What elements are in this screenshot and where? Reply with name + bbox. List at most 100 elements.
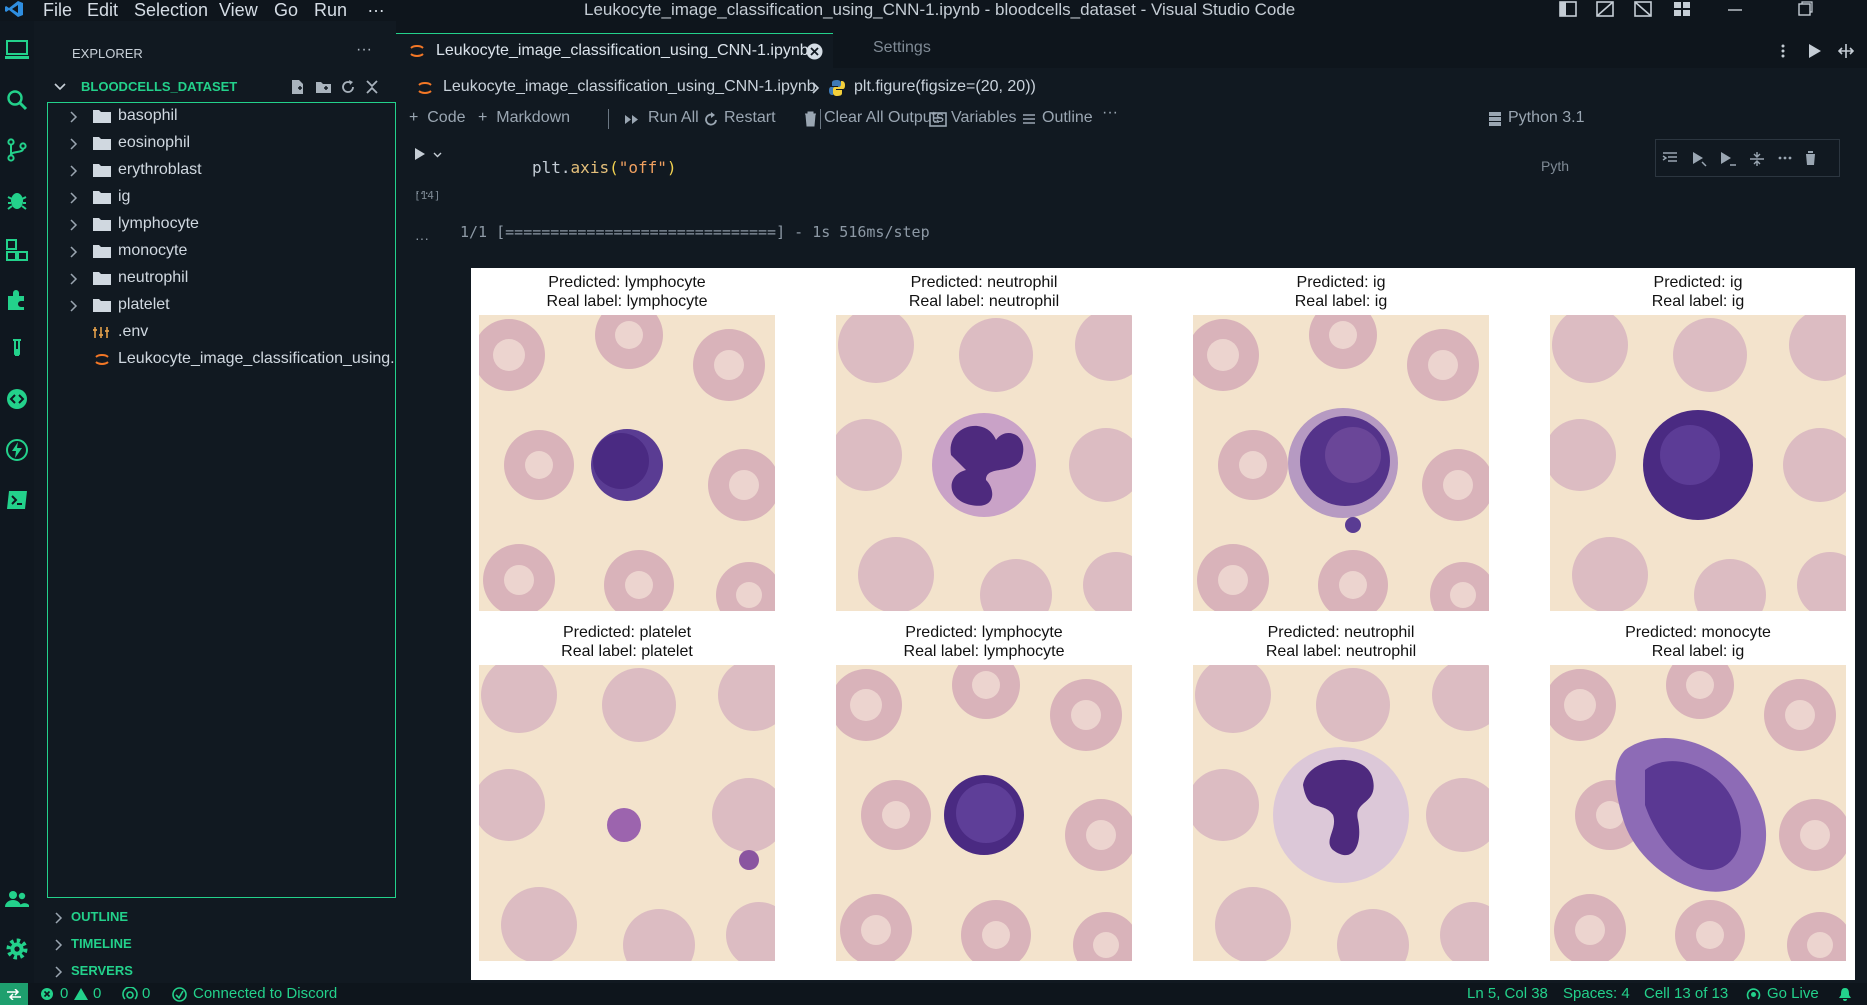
tree-folder-platelet[interactable]: platelet	[48, 292, 395, 319]
activity-bar	[0, 21, 34, 983]
tree-item-label: .env	[118, 323, 149, 340]
new-file-icon[interactable]	[290, 79, 306, 95]
tab-notebook[interactable]: Leukocyte_image_classification_using_CNN…	[396, 33, 833, 68]
section-servers[interactable]: SERVERS	[44, 958, 396, 984]
breadcrumb: Leukocyte_image_classification_using_CNN…	[396, 68, 1867, 106]
tree-folder-erythroblast[interactable]: erythroblast	[48, 157, 395, 184]
cursor-position[interactable]: Ln 5, Col 38	[1467, 985, 1548, 1002]
tree-folder-neutrophil[interactable]: neutrophil	[48, 265, 395, 292]
status-bar: 0 0 0 Connected to Discord Ln 5, Col 38 …	[0, 983, 1867, 1005]
toolbar-more-button[interactable]: ···	[1102, 104, 1118, 122]
menu-selection[interactable]: Selection	[134, 0, 208, 20]
real-label: Real label: neutrophil	[908, 293, 1060, 310]
notifications-bell-icon[interactable]	[1838, 987, 1852, 1002]
breadcrumb-file[interactable]: Leukocyte_image_classification_using_CNN…	[443, 78, 816, 96]
add-markdown-cell-button[interactable]: + Markdown	[478, 109, 570, 127]
cell-language[interactable]: Pyth	[1541, 158, 1569, 174]
thunder-client-icon[interactable]	[5, 438, 29, 462]
indentation[interactable]: Spaces: 4	[1563, 985, 1630, 1002]
kernel-icon	[1489, 112, 1501, 126]
tab-settings[interactable]: Settings	[873, 39, 931, 57]
code-line[interactable]: plt.axis("off")	[532, 158, 677, 177]
extensions-icon[interactable]	[5, 288, 29, 312]
tree-item-label: neutrophil	[118, 269, 189, 286]
accounts-icon[interactable]	[5, 887, 29, 911]
tree-folder-ig[interactable]: ig	[48, 184, 395, 211]
tree-folder-monocyte[interactable]: monocyte	[48, 238, 395, 265]
run-debug-icon[interactable]	[5, 188, 29, 212]
tree-folder-lymphocyte[interactable]: lymphocyte	[48, 211, 395, 238]
run-cell-and-below-icon[interactable]	[1720, 151, 1736, 167]
run-all-button[interactable]: Run All	[648, 109, 699, 127]
tree-file-env[interactable]: .env	[48, 319, 395, 346]
split-cell-icon[interactable]	[1749, 151, 1765, 167]
tree-item-label: erythroblast	[118, 161, 202, 178]
split-editor-icon[interactable]	[1838, 43, 1854, 59]
menu-file[interactable]: File	[43, 0, 72, 20]
more-icon[interactable]	[1778, 156, 1792, 160]
toggle-panel-icon[interactable]	[1596, 1, 1614, 17]
menu-run[interactable]: Run	[314, 0, 347, 20]
output-more-1[interactable]: ···	[415, 184, 429, 200]
section-label: TIMELINE	[71, 936, 132, 951]
refresh-icon[interactable]	[340, 79, 356, 95]
settings-gear-icon[interactable]	[5, 937, 29, 961]
run-cell-icon[interactable]	[414, 147, 426, 161]
more-actions-icon[interactable]	[1780, 43, 1786, 59]
predicted-label: Predicted: neutrophil	[1267, 624, 1415, 641]
search-icon[interactable]	[5, 88, 29, 112]
remote-indicator[interactable]	[0, 983, 28, 1005]
menu-view[interactable]: View	[219, 0, 258, 20]
variables-button[interactable]: Variables	[951, 109, 1017, 127]
workspace-header[interactable]: BLOODCELLS_DATASET	[44, 76, 396, 98]
menu-go[interactable]: Go	[274, 0, 298, 20]
cell-image	[836, 665, 1132, 961]
live-share-chat-icon[interactable]	[5, 388, 29, 412]
restore-icon[interactable]	[1796, 1, 1814, 17]
source-control-icon[interactable]	[5, 138, 29, 162]
ports-count[interactable]: 0	[142, 985, 150, 1002]
tree-folder-basophil[interactable]: basophil	[48, 103, 395, 130]
discord-status[interactable]: Connected to Discord	[193, 985, 337, 1002]
add-code-cell-button[interactable]: + Code	[409, 109, 465, 127]
tree-folder-eosinophil[interactable]: eosinophil	[48, 130, 395, 157]
menu-edit[interactable]: Edit	[87, 0, 118, 20]
run-icon[interactable]	[1808, 43, 1822, 59]
new-folder-icon[interactable]	[315, 79, 332, 95]
toggle-sidebar-icon[interactable]	[1559, 1, 1577, 17]
clear-outputs-button[interactable]: Clear All Outputs	[824, 109, 944, 127]
output-text: 1/1 [==============================] - 1…	[460, 223, 930, 241]
testing-icon[interactable]	[5, 338, 29, 362]
predicted-label: Predicted: monocyte	[1625, 624, 1771, 641]
section-timeline[interactable]: TIMELINE	[44, 931, 396, 957]
remote-explorer-icon[interactable]	[5, 238, 29, 262]
go-live-button[interactable]: Go Live	[1767, 985, 1819, 1002]
terminal-icon[interactable]	[5, 488, 29, 512]
explorer-more-button[interactable]: ···	[356, 41, 372, 59]
predicted-label: Predicted: lymphocyte	[548, 274, 706, 291]
collapse-all-icon[interactable]	[365, 79, 381, 95]
output-more-2[interactable]: ···	[415, 230, 429, 246]
tab-label: Leukocyte_image_classification_using_CNN…	[436, 42, 809, 59]
breadcrumb-symbol[interactable]: plt.figure(figsize=(20, 20))	[854, 78, 1036, 96]
explorer-icon[interactable]	[5, 38, 29, 62]
delete-cell-icon[interactable]	[1804, 150, 1817, 166]
tree-file-notebook[interactable]: Leukocyte_image_classification_using...	[48, 346, 404, 373]
restart-button[interactable]: Restart	[724, 109, 776, 127]
menu-more[interactable]: …	[367, 0, 385, 16]
section-outline[interactable]: OUTLINE	[44, 904, 396, 930]
execute-above-icon[interactable]	[1662, 151, 1678, 165]
toggle-secondary-sidebar-icon[interactable]	[1634, 1, 1652, 17]
minimize-icon[interactable]	[1726, 1, 1744, 17]
chevron-right-icon	[70, 219, 78, 231]
kernel-picker[interactable]: Python 3.1	[1508, 109, 1585, 127]
code-object: plt	[532, 158, 561, 177]
execute-below-icon[interactable]	[1692, 151, 1708, 167]
outline-button[interactable]: Outline	[1042, 109, 1093, 127]
chevron-down-icon[interactable]	[433, 152, 442, 158]
folder-icon	[93, 110, 111, 123]
close-icon[interactable]	[806, 43, 823, 60]
customize-layout-icon[interactable]	[1673, 1, 1691, 17]
cell-position[interactable]: Cell 13 of 13	[1644, 985, 1728, 1002]
remote-icon	[7, 989, 21, 1000]
